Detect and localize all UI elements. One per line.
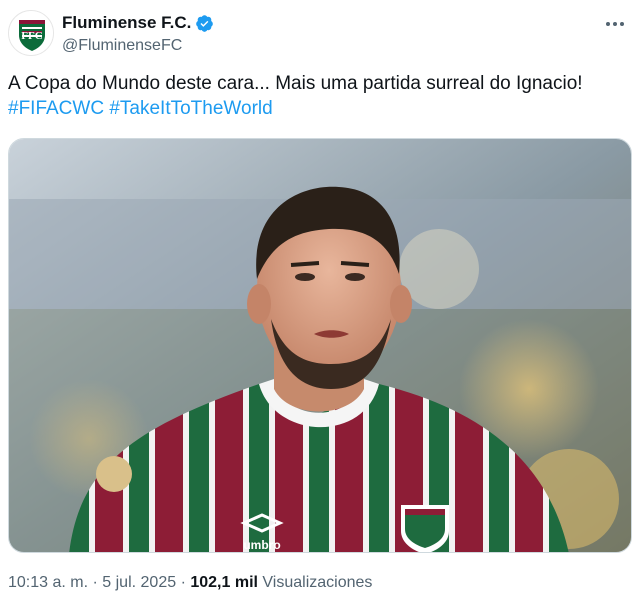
sleeve-badge xyxy=(96,456,132,492)
tweet-text: A Copa do Mundo deste cara... Mais uma p… xyxy=(8,73,583,94)
player-photo: umbro xyxy=(9,139,631,552)
verified-badge-icon[interactable] xyxy=(195,14,214,33)
tweet-time[interactable]: 10:13 a. m. xyxy=(8,574,88,591)
views-label: Visualizaciones xyxy=(262,574,373,591)
tweet-date[interactable]: 5 jul. 2025 xyxy=(102,574,176,591)
account-handle[interactable]: @FluminenseFC xyxy=(62,37,214,55)
hashtag-link[interactable]: #TakeItToTheWorld xyxy=(109,98,272,119)
shirt-brand-text: umbro xyxy=(243,538,280,552)
hashtag-link[interactable]: #FIFACWC xyxy=(8,98,104,119)
fluminense-crest-icon: FFC xyxy=(9,11,53,55)
tweet-hashtags: #FIFACWC #TakeItToTheWorld xyxy=(8,96,273,121)
svg-text:FFC: FFC xyxy=(21,30,42,42)
meta-separator: · xyxy=(92,574,98,591)
account-avatar[interactable]: FFC xyxy=(8,10,54,56)
tweet-meta: 10:13 a. m. · 5 jul. 2025 · 102,1 mil Vi… xyxy=(8,574,372,592)
more-options-icon[interactable] xyxy=(602,14,628,34)
tweet-photo[interactable]: umbro xyxy=(8,138,632,553)
account-names: Fluminense F.C. @FluminenseFC xyxy=(62,12,214,55)
umbro-logo: umbro xyxy=(240,513,284,552)
display-name[interactable]: Fluminense F.C. xyxy=(62,13,191,33)
meta-separator: · xyxy=(180,574,186,591)
tweet-header: FFC Fluminense F.C. @FluminenseFC xyxy=(8,8,632,60)
views-count[interactable]: 102,1 mil xyxy=(190,574,258,591)
